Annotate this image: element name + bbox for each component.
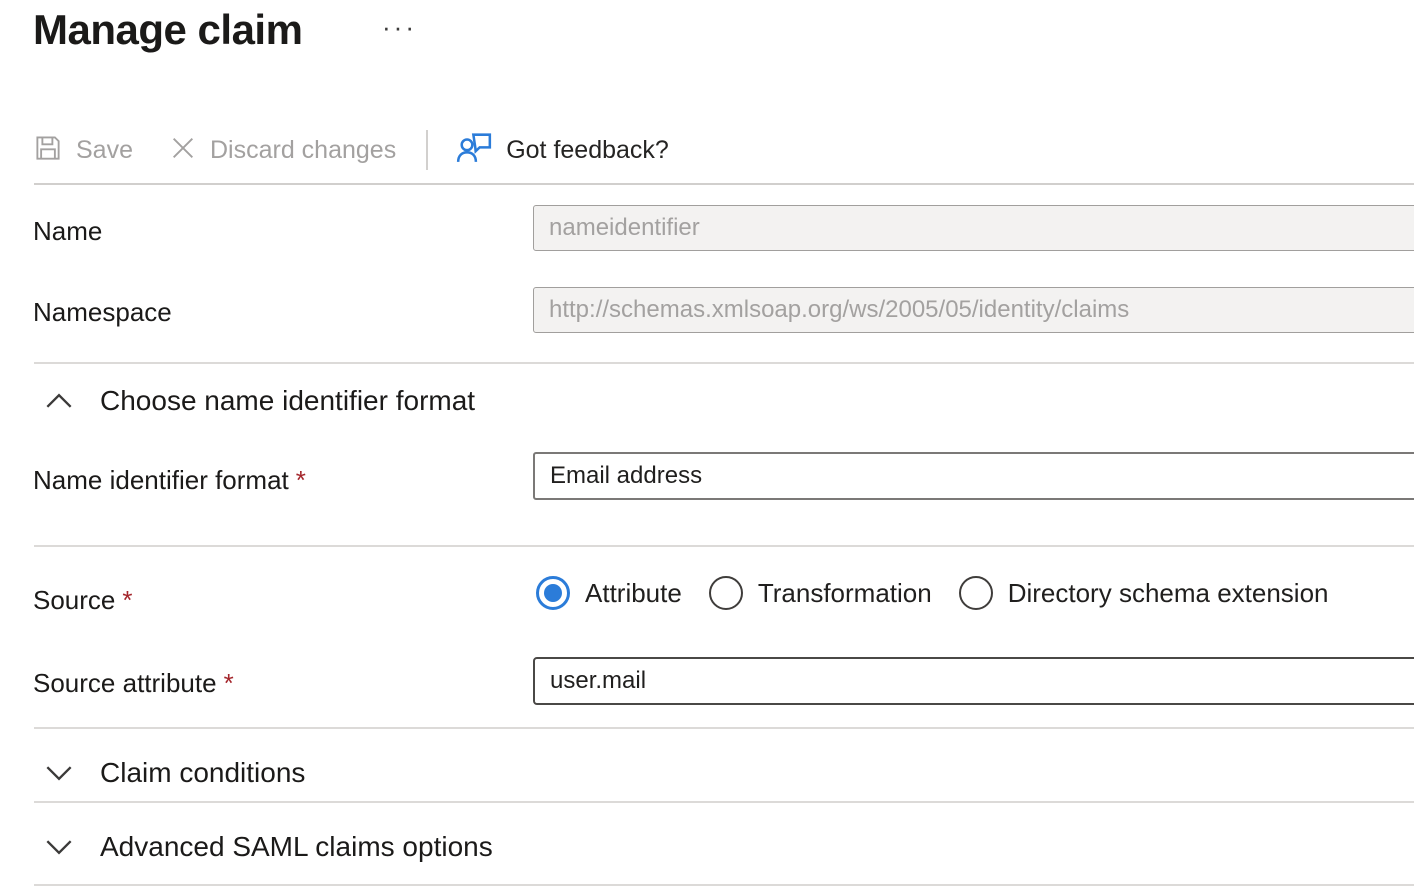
section-divider — [34, 727, 1414, 729]
name-identifier-format-dropdown[interactable] — [533, 452, 1414, 500]
source-label: Source* — [33, 585, 133, 616]
radio-icon — [536, 576, 570, 610]
section-claim-conditions[interactable]: Claim conditions — [44, 757, 305, 789]
got-feedback-label: Got feedback? — [506, 136, 669, 165]
section-divider — [34, 545, 1414, 547]
name-identifier-format-label: Name identifier format* — [33, 465, 306, 496]
radio-option-transformation[interactable]: Transformation — [709, 576, 932, 610]
name-label: Name — [33, 216, 102, 247]
section-divider — [34, 801, 1414, 803]
radio-option-directory-schema-extension[interactable]: Directory schema extension — [959, 576, 1329, 610]
more-options-button[interactable]: ··· — [382, 14, 417, 40]
section-choose-name-identifier-format[interactable]: Choose name identifier format — [44, 385, 475, 417]
chevron-down-icon — [44, 838, 74, 856]
got-feedback-button[interactable]: Got feedback? — [455, 131, 669, 170]
page-title: Manage claim — [33, 6, 302, 54]
radio-option-attribute[interactable]: Attribute — [536, 576, 682, 610]
toolbar-separator — [426, 130, 428, 170]
section-divider — [34, 884, 1414, 886]
ellipsis-icon: ··· — [382, 12, 417, 42]
x-icon — [169, 134, 197, 167]
section-title: Advanced SAML claims options — [100, 831, 493, 863]
discard-changes-label: Discard changes — [210, 136, 396, 165]
floppy-disk-icon — [33, 133, 63, 168]
person-feedback-icon — [455, 131, 493, 170]
chevron-up-icon — [44, 392, 74, 410]
source-attribute-label: Source attribute* — [33, 668, 234, 699]
radio-label: Attribute — [585, 578, 682, 609]
required-asterisk: * — [296, 465, 306, 495]
namespace-label: Namespace — [33, 297, 172, 328]
section-advanced-saml-claims-options[interactable]: Advanced SAML claims options — [44, 831, 493, 863]
radio-label: Transformation — [758, 578, 932, 609]
radio-label: Directory schema extension — [1008, 578, 1329, 609]
namespace-input — [533, 287, 1414, 333]
source-radio-group: Attribute Transformation Directory schem… — [536, 576, 1356, 610]
command-bar: Save Discard changes Got feedback? — [33, 126, 669, 174]
required-asterisk: * — [224, 668, 234, 698]
name-input — [533, 205, 1414, 251]
required-asterisk: * — [122, 585, 132, 615]
section-title: Choose name identifier format — [100, 385, 475, 417]
toolbar-divider — [34, 183, 1414, 185]
section-divider — [34, 362, 1414, 364]
save-button-label: Save — [76, 136, 133, 165]
save-button[interactable]: Save — [33, 133, 133, 168]
radio-icon — [959, 576, 993, 610]
section-title: Claim conditions — [100, 757, 305, 789]
source-attribute-dropdown[interactable] — [533, 657, 1414, 705]
radio-icon — [709, 576, 743, 610]
discard-changes-button[interactable]: Discard changes — [169, 134, 396, 167]
chevron-down-icon — [44, 764, 74, 782]
